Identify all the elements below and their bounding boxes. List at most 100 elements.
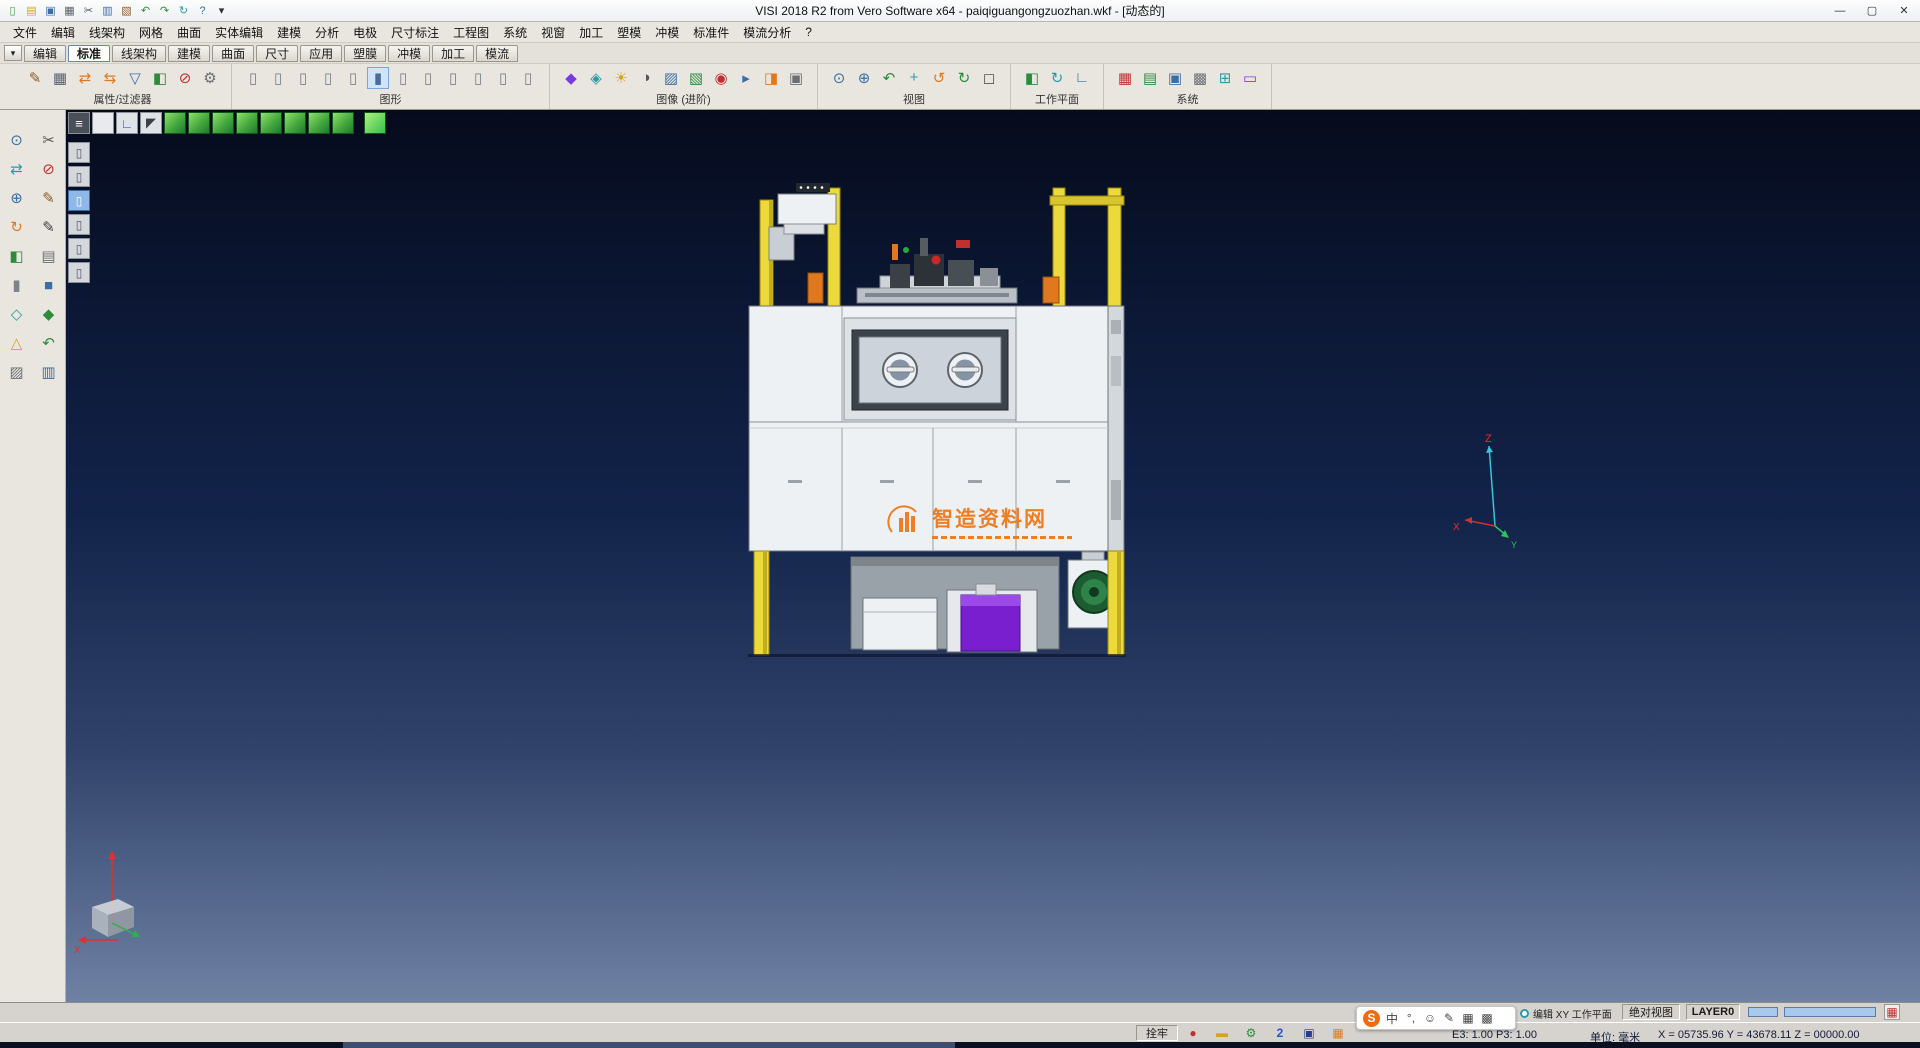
translate-icon[interactable]: ⇄ <box>4 157 30 181</box>
view-cube-top-icon[interactable] <box>188 112 210 134</box>
ucs-plane-icon[interactable]: ∟ <box>116 112 138 134</box>
viewport[interactable]: ≡∟◤ ▯▯▯▯▯▯ <box>66 110 1920 1002</box>
tab-0[interactable]: 编辑 <box>24 45 66 62</box>
draw-curve-icon[interactable]: ▯ <box>342 67 364 89</box>
ime-toolbar[interactable]: S 中°,☺✎▦▩ <box>1356 1006 1516 1030</box>
menu-item-13[interactable]: 加工 <box>572 22 610 43</box>
menu-item-9[interactable]: 尺寸标注 <box>384 22 446 43</box>
view-cube-axo-icon[interactable] <box>332 112 354 134</box>
ime-punct-icon[interactable]: °, <box>1404 1009 1418 1027</box>
workplane-icon[interactable]: ◧ <box>1021 67 1043 89</box>
maximize-button[interactable]: ▢ <box>1856 0 1888 21</box>
materials-icon[interactable]: ◈ <box>585 67 607 89</box>
delete-icon[interactable]: ⊘ <box>36 157 62 181</box>
help-2-icon[interactable]: 2 <box>1271 1025 1289 1041</box>
section-icon[interactable]: ◨ <box>760 67 782 89</box>
ime-emoji-icon[interactable]: ☺ <box>1423 1009 1437 1027</box>
mesh-view-icon[interactable]: ▯ <box>492 67 514 89</box>
zoom-fit-icon[interactable]: ⊙ <box>828 67 850 89</box>
draw-point-icon[interactable]: ▯ <box>242 67 264 89</box>
shade-entity-icon[interactable]: ◧ <box>4 244 30 268</box>
print-icon[interactable]: ▦ <box>61 2 78 19</box>
hidden-line-mode-icon[interactable]: ▯ <box>417 67 439 89</box>
calculator-icon[interactable]: ⊞ <box>1214 67 1236 89</box>
print-graphics-icon[interactable]: ▦ <box>49 67 71 89</box>
selection-mask-icon[interactable]: ◧ <box>149 67 171 89</box>
trim-icon[interactable]: ✂ <box>36 128 62 152</box>
notes-icon[interactable]: ▤ <box>36 244 62 268</box>
full-screen-icon[interactable]: ◻ <box>978 67 1000 89</box>
sketch-icon[interactable]: ✎ <box>36 186 62 210</box>
tab-10[interactable]: 模流 <box>476 45 518 62</box>
menu-item-5[interactable]: 实体编辑 <box>208 22 270 43</box>
profile-icon[interactable]: ◇ <box>4 302 30 326</box>
undo-edit-icon[interactable]: ↶ <box>36 331 62 355</box>
draw-arc-icon[interactable]: ▯ <box>292 67 314 89</box>
menu-item-6[interactable]: 建模 <box>270 22 308 43</box>
section-view-icon[interactable]: ▯ <box>467 67 489 89</box>
screen-config-icon[interactable]: ▣ <box>1164 67 1186 89</box>
rotate-entity-icon[interactable]: ↻ <box>4 215 30 239</box>
menu-item-16[interactable]: 标准件 <box>686 22 736 43</box>
zoom-select-icon[interactable]: ⊙ <box>4 128 30 152</box>
tab-3[interactable]: 建模 <box>168 45 210 62</box>
help-icon[interactable]: ? <box>194 2 211 19</box>
lights-icon[interactable]: ☀ <box>610 67 632 89</box>
menu-item-14[interactable]: 塑模 <box>610 22 648 43</box>
tab-7[interactable]: 塑膜 <box>344 45 386 62</box>
tab-6[interactable]: 应用 <box>300 45 342 62</box>
view-cube-right-icon[interactable] <box>284 112 306 134</box>
grid-snap-icon[interactable]: ▩ <box>1189 67 1211 89</box>
copy-sheet-icon[interactable]: ▥ <box>36 360 62 384</box>
view-mode-button[interactable]: 绝对视图 <box>1622 1004 1680 1020</box>
menu-item-17[interactable]: 模流分析 <box>736 22 798 43</box>
tab-4[interactable]: 曲面 <box>212 45 254 62</box>
color-swatch-1[interactable] <box>1748 1007 1778 1017</box>
brush-attributes-icon[interactable]: ✎ <box>24 67 46 89</box>
texture-icon[interactable]: ▨ <box>660 67 682 89</box>
view-cube-front-icon[interactable] <box>212 112 234 134</box>
ime-pen-icon[interactable]: ✎ <box>1442 1009 1456 1027</box>
menu-item-11[interactable]: 系统 <box>496 22 534 43</box>
select-view-icon[interactable]: ◤ <box>140 112 162 134</box>
sogou-logo-icon[interactable]: S <box>1363 1010 1380 1027</box>
clipboard-slot-4-icon[interactable]: ▯ <box>68 214 90 235</box>
box-icon[interactable]: ■ <box>36 273 62 297</box>
machine-model[interactable] <box>740 180 1140 660</box>
menu-item-0[interactable]: 文件 <box>6 22 44 43</box>
zoom-window-icon[interactable]: ⊕ <box>853 67 875 89</box>
snap-point-icon[interactable]: ⊕ <box>4 186 30 210</box>
draw-circle-icon[interactable]: ▯ <box>317 67 339 89</box>
qat-dropdown-icon[interactable]: ▾ <box>213 2 230 19</box>
entity-filter-icon[interactable]: ▽ <box>124 67 146 89</box>
stats-state-icon[interactable]: ▦ <box>1329 1025 1347 1041</box>
save-icon[interactable]: ▣ <box>42 2 59 19</box>
transparency-mode-icon[interactable]: ▯ <box>442 67 464 89</box>
solid-icon[interactable]: ▮ <box>4 273 30 297</box>
ime-keyboard-icon[interactable]: ▦ <box>1461 1009 1475 1027</box>
workplane-rotate-icon[interactable]: ↻ <box>1046 67 1068 89</box>
session-lock-icon[interactable]: ● <box>1184 1025 1202 1041</box>
view-blank-icon[interactable] <box>92 112 114 134</box>
animation-icon[interactable]: ▸ <box>735 67 757 89</box>
clipboard-slot-6-icon[interactable]: ▯ <box>68 262 90 283</box>
clipboard-slot-5-icon[interactable]: ▯ <box>68 238 90 259</box>
edit-text-icon[interactable]: ✎ <box>36 215 62 239</box>
menu-item-7[interactable]: 分析 <box>308 22 346 43</box>
view-cube-back-icon[interactable] <box>236 112 258 134</box>
tab-2[interactable]: 线架构 <box>112 45 166 62</box>
menu-item-12[interactable]: 视窗 <box>534 22 572 43</box>
copy-attributes-icon[interactable]: ⇄ <box>74 67 96 89</box>
menu-item-2[interactable]: 线架构 <box>82 22 132 43</box>
view-cube-bottom-icon[interactable] <box>308 112 330 134</box>
tab-8[interactable]: 冲模 <box>388 45 430 62</box>
palette-icon[interactable]: ▦ <box>1884 1004 1900 1020</box>
orbit-icon[interactable]: ↺ <box>928 67 950 89</box>
erase-filter-icon[interactable]: ⊘ <box>174 67 196 89</box>
open-file-icon[interactable]: ▤ <box>23 2 40 19</box>
menu-item-18[interactable]: ? <box>798 23 819 41</box>
hatch-icon[interactable]: ▨ <box>4 360 30 384</box>
tab-9[interactable]: 加工 <box>432 45 474 62</box>
wireframe-mode-icon[interactable]: ▯ <box>392 67 414 89</box>
layer-manager-icon[interactable]: ▤ <box>1139 67 1161 89</box>
